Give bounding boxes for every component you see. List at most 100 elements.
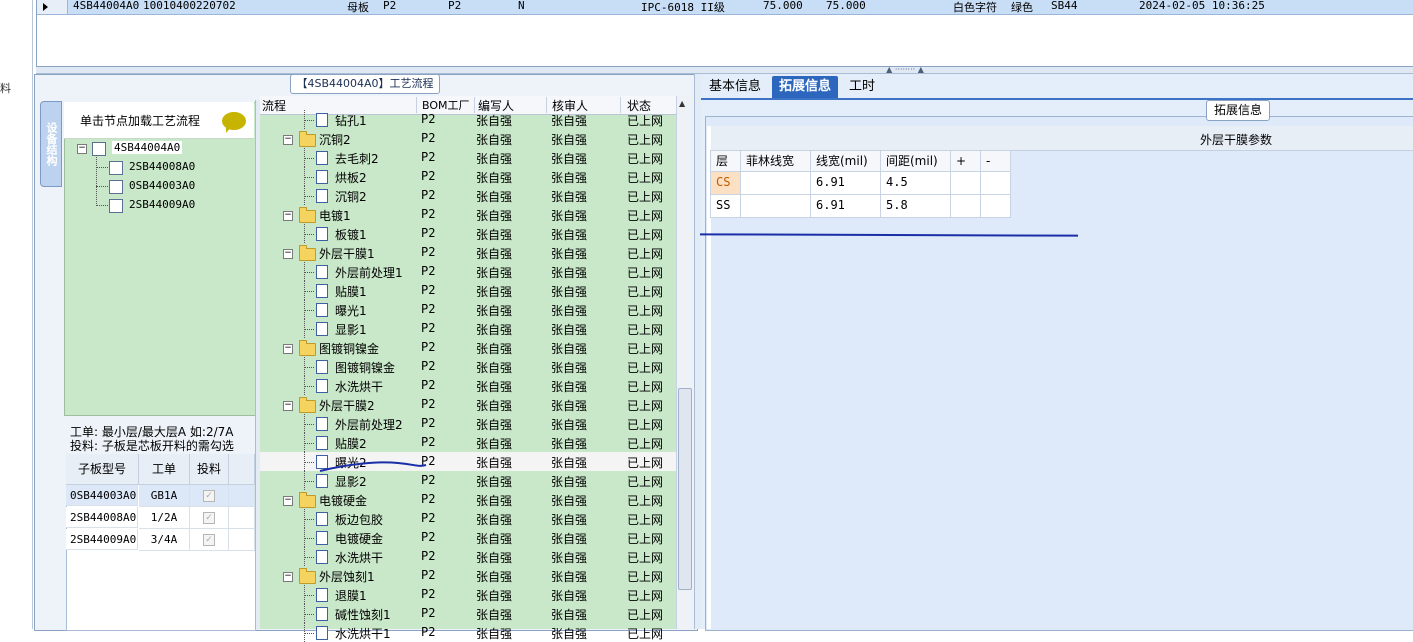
process-step-name[interactable]: 图镀铜镍金 — [335, 359, 395, 376]
param-cell-layer[interactable]: CS — [710, 171, 741, 195]
tree-line — [304, 291, 314, 292]
sub-cell-order[interactable]: 3/4A — [139, 529, 190, 551]
param-header-width[interactable]: 线宽(mil) — [810, 150, 881, 172]
process-step-name[interactable]: 外层蚀刻1 — [319, 568, 375, 585]
process-reviewer: 张自强 — [551, 380, 588, 394]
collapse-icon[interactable]: − — [283, 496, 293, 506]
col-header-order[interactable]: 工单 — [139, 454, 190, 485]
sub-cell-model[interactable]: 2SB44009A0 — [66, 529, 138, 550]
process-step-name[interactable]: 电镀硬金 — [335, 530, 383, 547]
param-add-button[interactable]: + — [950, 150, 981, 172]
splitter-grip-icon[interactable]: ▲ ········ ▲ — [870, 66, 940, 74]
process-step-name[interactable]: 沉铜2 — [335, 188, 367, 205]
feed-checkbox[interactable]: ✓ — [203, 512, 215, 524]
param-cell-action[interactable] — [950, 194, 981, 218]
process-step-name[interactable]: 烘板2 — [335, 169, 367, 186]
tree-root-checkbox[interactable] — [92, 142, 106, 156]
process-bom: P2 — [421, 530, 436, 544]
process-reviewer: 张自强 — [551, 209, 588, 223]
process-step-name[interactable]: 显影2 — [335, 473, 367, 490]
sub-cell-model[interactable]: 2SB44008A0 — [66, 507, 138, 528]
scroll-up-icon[interactable]: ▲ — [679, 99, 685, 108]
process-step-name[interactable]: 外层前处理2 — [335, 416, 403, 433]
collapse-icon[interactable]: − — [283, 211, 293, 221]
param-cell-width[interactable]: 6.91 — [810, 194, 881, 218]
tree-line — [96, 205, 108, 206]
col-header-feed[interactable]: 投料 — [190, 454, 229, 485]
collapse-icon[interactable]: − — [283, 135, 293, 145]
process-status: 已上网 — [627, 247, 664, 261]
process-step-name[interactable]: 板边包胶 — [335, 511, 383, 528]
tree-root[interactable]: 4SB44004A0 — [112, 141, 183, 154]
tree-child-checkbox[interactable] — [109, 180, 123, 194]
feed-checkbox[interactable]: ✓ — [203, 490, 215, 502]
process-step-name[interactable]: 水洗烘干 — [335, 549, 383, 566]
process-status: 已上网 — [627, 228, 664, 242]
process-step-name[interactable]: 曝光1 — [335, 302, 367, 319]
tree-child-checkbox[interactable] — [109, 161, 123, 175]
param-cell-layer[interactable]: SS — [710, 194, 741, 218]
process-step-name[interactable]: 退膜1 — [335, 587, 367, 604]
tree-line — [96, 167, 108, 168]
param-header-spacing[interactable]: 间距(mil) — [880, 150, 951, 172]
top-grid-row-selected[interactable]: 4SB44004A0 10010400220702 母板 P2 P2 N IPC… — [37, 0, 1413, 15]
collapse-icon[interactable]: − — [283, 344, 293, 354]
process-status: 已上网 — [627, 456, 664, 470]
speech-bubble-icon[interactable] — [222, 112, 246, 133]
param-remove-button[interactable]: - — [980, 150, 1011, 172]
vertical-tab-equipment[interactable]: 设备结构 — [40, 101, 62, 187]
process-step-name[interactable]: 电镀硬金 — [319, 492, 367, 509]
collapse-icon[interactable]: − — [283, 572, 293, 582]
process-step-name[interactable]: 显影1 — [335, 321, 367, 338]
process-step-name[interactable]: 贴膜1 — [335, 283, 367, 300]
process-bom: P2 — [421, 606, 436, 620]
param-cell-width[interactable]: 6.91 — [810, 171, 881, 195]
col-header-model[interactable]: 子板型号 — [66, 454, 139, 485]
param-cell-action[interactable] — [980, 171, 1011, 195]
horizontal-splitter[interactable] — [36, 67, 1413, 74]
param-header-film[interactable]: 菲林线宽 — [740, 150, 811, 172]
param-header-layer[interactable]: 层 — [710, 150, 741, 172]
process-step-name[interactable]: 水洗烘干1 — [335, 625, 391, 642]
param-cell-action[interactable] — [950, 171, 981, 195]
param-cell-spacing[interactable]: 5.8 — [880, 194, 951, 218]
process-step-name[interactable]: 外层前处理1 — [335, 264, 403, 281]
param-cell-film[interactable] — [740, 194, 811, 218]
sub-cell-order[interactable]: GB1A — [139, 485, 190, 507]
tab-extended-info[interactable]: 拓展信息 — [772, 76, 839, 98]
process-step-name[interactable]: 水洗烘干 — [335, 378, 383, 395]
process-group-title: 【4SB44004A0】工艺流程 — [290, 74, 440, 94]
tree-child-checkbox[interactable] — [109, 199, 123, 213]
tree-child[interactable]: 0SB44003A0 — [129, 179, 195, 192]
collapse-icon[interactable]: − — [283, 401, 293, 411]
process-status: 已上网 — [627, 209, 664, 223]
process-step-name[interactable]: 电镀1 — [319, 207, 351, 224]
tree-child[interactable]: 2SB44009A0 — [129, 198, 195, 211]
process-step-name[interactable]: 去毛刺2 — [335, 150, 379, 167]
tab-basic-info[interactable]: 基本信息 — [702, 76, 768, 98]
process-step-name[interactable]: 贴膜2 — [335, 435, 367, 452]
param-cell-spacing[interactable]: 4.5 — [880, 171, 951, 195]
process-step-name[interactable]: 板镀1 — [335, 226, 367, 243]
process-scroll-thumb[interactable] — [678, 388, 692, 590]
top-cell-char-color: 白色字符 — [953, 1, 997, 14]
collapse-icon[interactable]: − — [77, 144, 87, 154]
process-step-name[interactable]: 碱性蚀刻1 — [335, 606, 391, 623]
process-status: 已上网 — [627, 532, 664, 546]
process-step-name[interactable]: 钻孔1 — [335, 112, 367, 129]
collapse-icon[interactable]: − — [283, 249, 293, 259]
sub-cell-order[interactable]: 1/2A — [139, 507, 190, 529]
process-writer: 张自强 — [476, 171, 513, 185]
param-cell-film[interactable] — [740, 171, 811, 195]
process-step-name[interactable]: 外层干膜1 — [319, 245, 375, 262]
process-step-name[interactable]: 沉铜2 — [319, 131, 351, 148]
process-status: 已上网 — [627, 323, 664, 337]
process-step-name[interactable]: 图镀铜镍金 — [319, 340, 379, 357]
param-cell-action[interactable] — [980, 194, 1011, 218]
sub-cell-model[interactable]: 0SB44003A0 — [66, 485, 138, 506]
process-step-name[interactable]: 外层干膜2 — [319, 397, 375, 414]
tab-work-hours[interactable]: 工时 — [842, 76, 882, 98]
tree-child[interactable]: 2SB44008A0 — [129, 160, 195, 173]
process-status: 已上网 — [627, 342, 664, 356]
feed-checkbox[interactable]: ✓ — [203, 534, 215, 546]
